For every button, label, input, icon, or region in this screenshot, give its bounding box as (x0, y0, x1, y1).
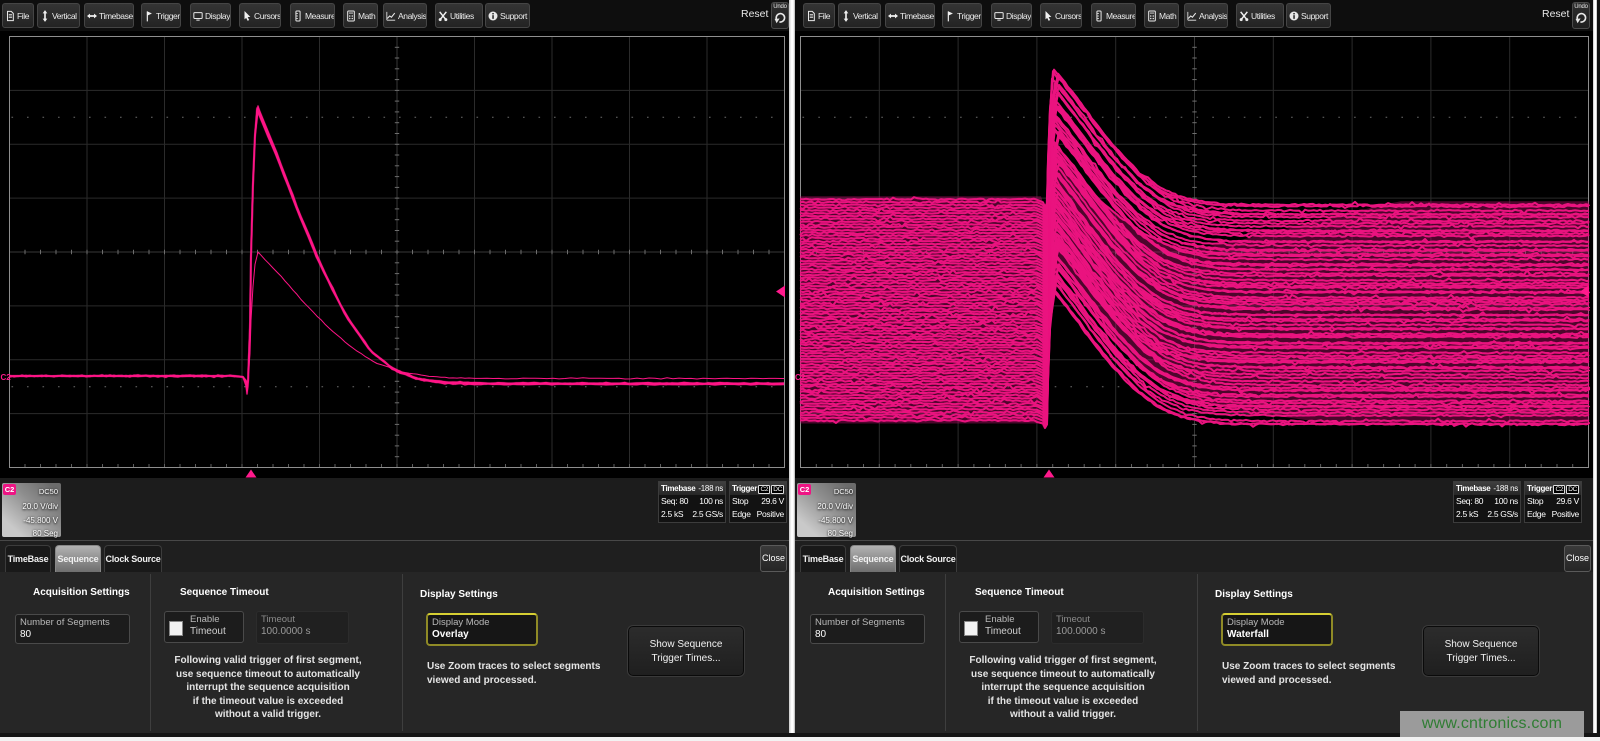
svg-text:C2: C2 (795, 373, 806, 382)
svg-text:C2: C2 (1, 373, 12, 382)
